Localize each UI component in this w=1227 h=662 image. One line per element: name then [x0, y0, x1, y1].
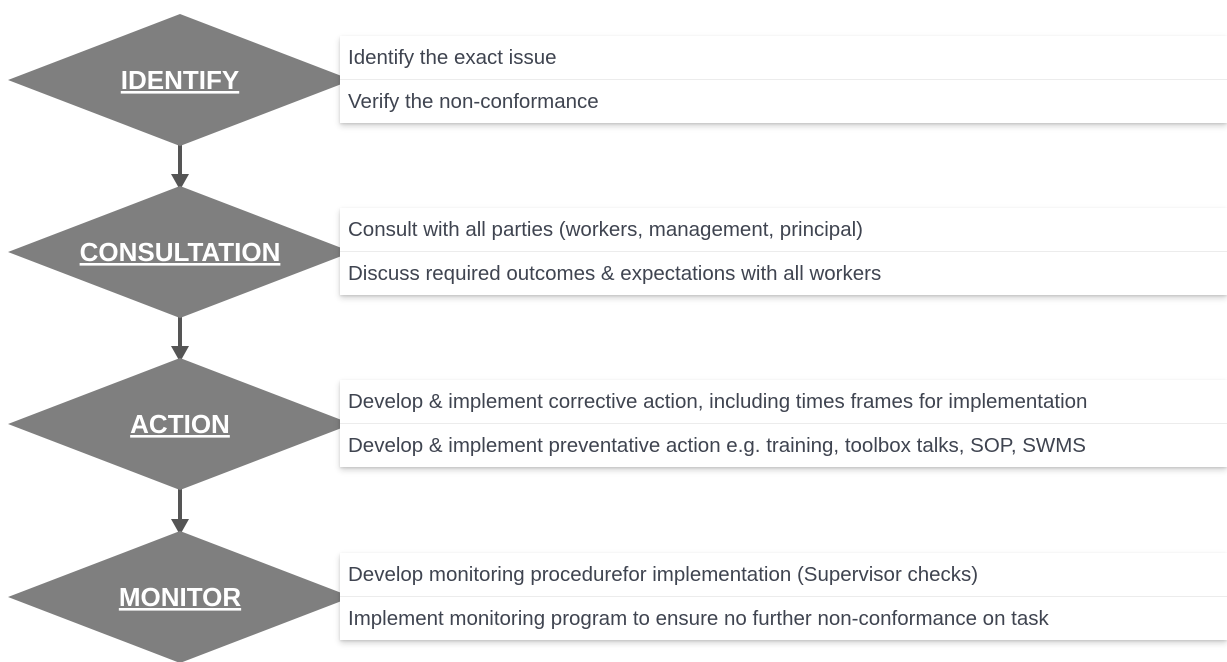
step-card-identify: Identify the exact issue Verify the non-c…: [340, 36, 1227, 123]
step-card-action: Develop & implement corrective action, i…: [340, 380, 1227, 467]
step-item: Consult with all parties (workers, manag…: [348, 218, 863, 241]
step-card-consultation: Consult with all parties (workers, manag…: [340, 208, 1227, 295]
step-item: Verify the non-conformance: [340, 79, 1227, 123]
step-label-consultation: CONSULTATION: [80, 237, 281, 267]
step-consultation: CONSULTATION: [8, 186, 352, 318]
step-label-action: ACTION: [130, 409, 230, 439]
step-card-monitor: Develop monitoring procedurefor implemen…: [340, 553, 1227, 640]
step-monitor: MONITOR: [8, 531, 352, 662]
step-item: Develop & implement preventative action …: [340, 423, 1227, 467]
step-item: Develop & implement corrective action, i…: [348, 390, 1088, 413]
step-item: Develop monitoring procedurefor implemen…: [348, 563, 979, 586]
step-label-identify: IDENTIFY: [121, 65, 239, 95]
step-item: Identify the exact issue: [348, 46, 557, 69]
step-identify: IDENTIFY: [8, 14, 352, 146]
step-item: Discuss required outcomes & expectations…: [340, 251, 1227, 295]
step-action: ACTION: [8, 358, 352, 490]
step-item: Implement monitoring program to ensure n…: [340, 596, 1227, 640]
step-label-monitor: MONITOR: [119, 582, 242, 612]
